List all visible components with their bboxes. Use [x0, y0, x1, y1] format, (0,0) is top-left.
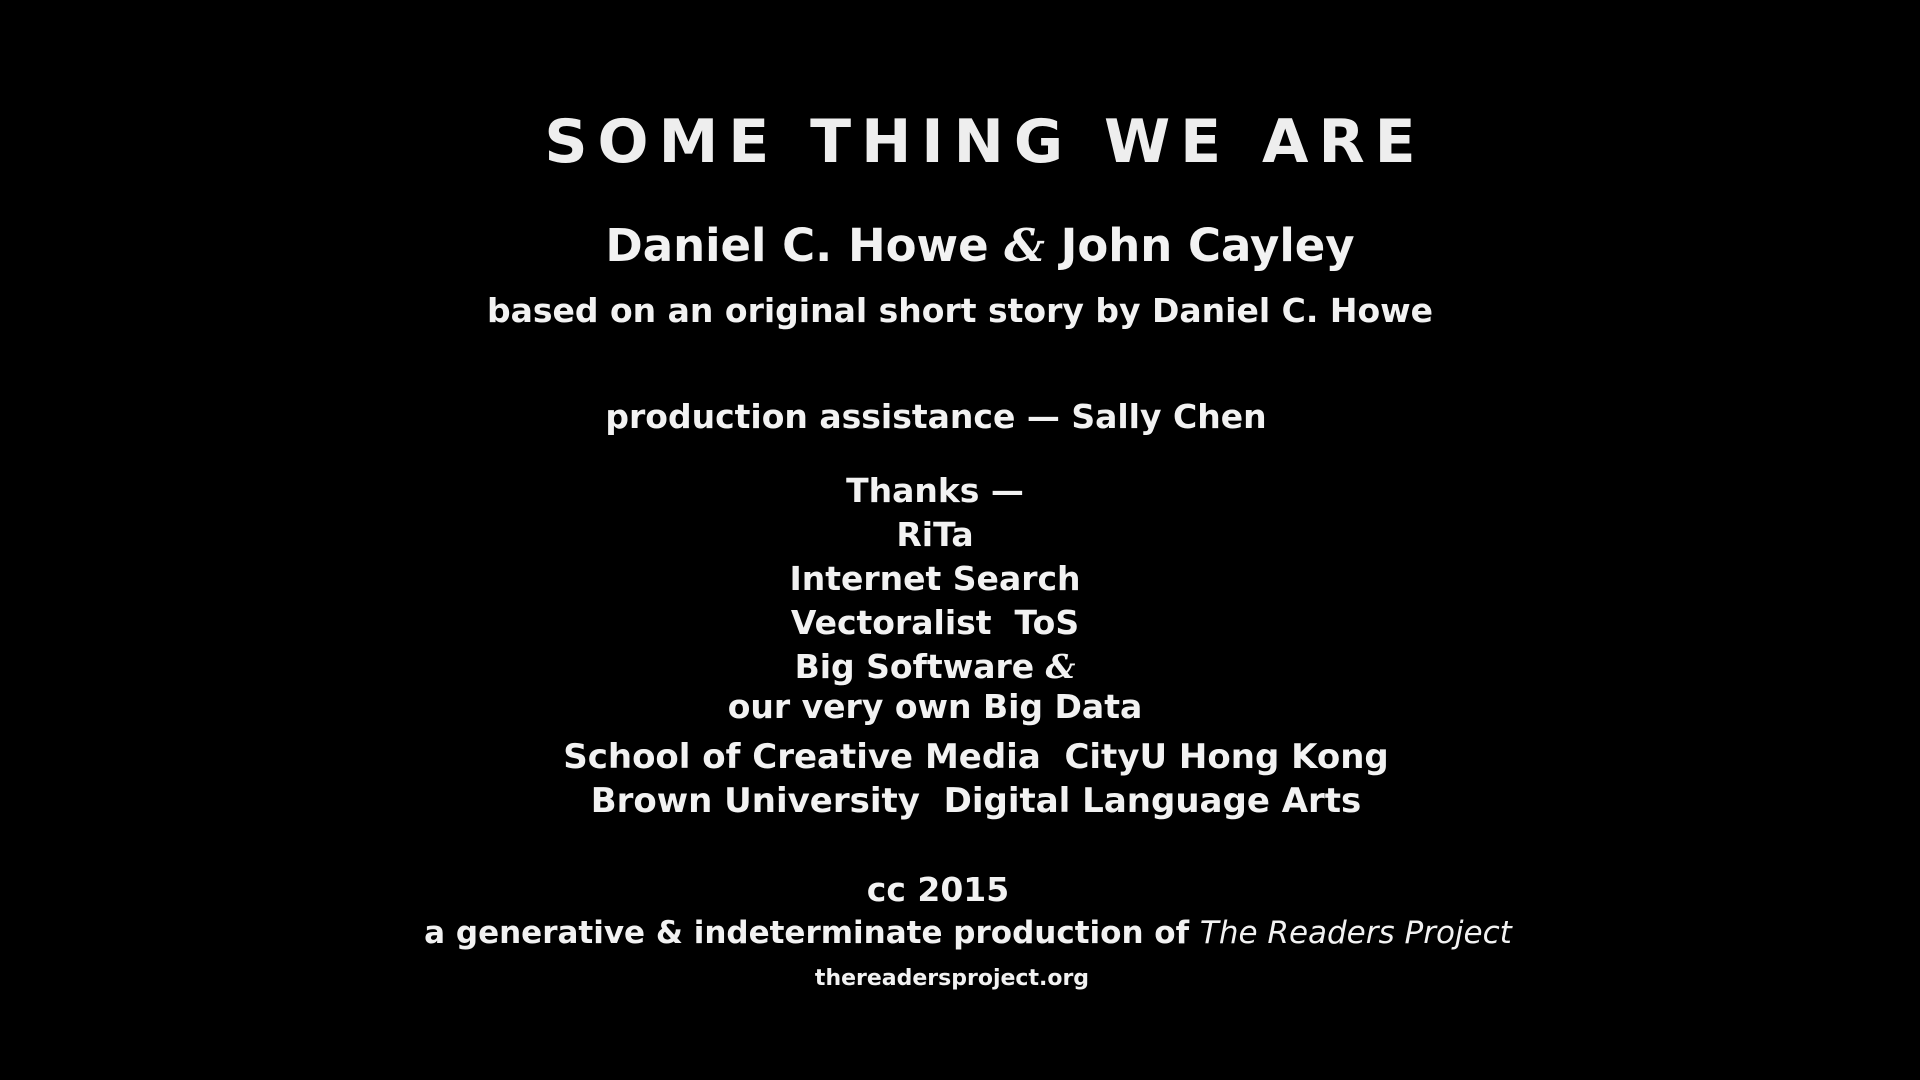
thanks-item-big-software-row: Big Software &	[0, 645, 1870, 689]
thanks-item-rita: RiTa	[896, 515, 974, 554]
production-note-line: a generative & indeterminate production …	[8, 918, 1920, 949]
thanks-item-big-data: our very own Big Data	[727, 687, 1143, 726]
thanks-ampersand: &	[1045, 647, 1076, 686]
production-note-prefix: a generative & indeterminate production …	[424, 915, 1200, 951]
thanks-item-big-software: Big Software	[794, 647, 1035, 686]
project-url: thereadersproject.org	[814, 966, 1090, 991]
thanks-item-vectoralist: Vectoralist ToS	[790, 603, 1080, 642]
thanks-item-internet-search: Internet Search	[789, 559, 1081, 598]
based-on-line: based on an original short story by Dani…	[486, 291, 1434, 330]
credits-title: SOME THING WE ARE	[544, 107, 1426, 177]
author-second: John Cayley	[1060, 219, 1355, 272]
production-assistance-line: production assistance — Sally Chen	[605, 397, 1267, 436]
production-note-project: The Readers Project	[1199, 915, 1512, 951]
institution-brown: Brown University Digital Language Arts	[590, 781, 1362, 821]
thanks-heading: Thanks —	[846, 471, 1024, 510]
thanks-block: Thanks — RiTa Internet Search Vectoralis…	[0, 469, 1870, 729]
authors-ampersand: &	[1004, 219, 1045, 272]
authors-line: Daniel C. Howe & John Cayley	[20, 223, 1920, 268]
author-first: Daniel C. Howe	[605, 219, 989, 272]
institution-school: School of Creative Media CityU Hong Kong	[563, 737, 1389, 777]
license-line: cc 2015	[866, 870, 1010, 909]
